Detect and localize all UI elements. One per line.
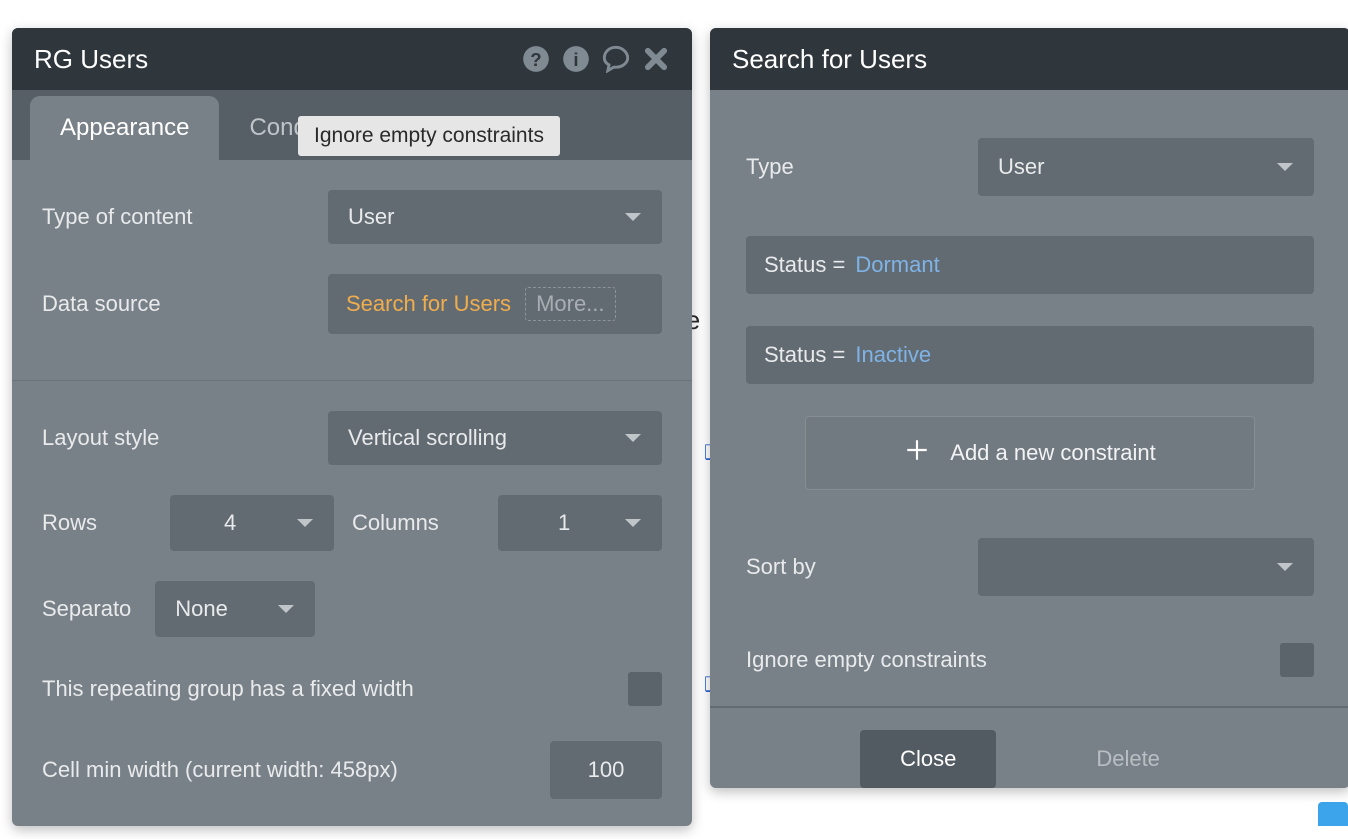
header-icons-group: ? i [522,45,670,73]
search-type-value: User [998,154,1044,180]
sort-by-label: Sort by [746,554,816,580]
appearance-section-1: Type of content User Data source Search … [12,160,692,374]
rg-users-panel: RG Users ? i Appearance Conditional Tran… [12,28,692,826]
search-for-users-panel: Search for Users Type User Status = Dorm… [710,28,1348,788]
chevron-down-icon [1276,554,1294,580]
data-source-label: Data source [42,291,161,317]
data-source-more[interactable]: More... [525,287,615,321]
type-of-content-value: User [348,204,394,230]
chevron-down-icon [296,510,314,536]
type-of-content-select[interactable]: User [328,190,662,244]
info-icon[interactable]: i [562,45,590,73]
columns-select[interactable]: 1 [498,495,662,551]
constraint-field: Status = [764,342,845,368]
separator-select[interactable]: None [155,581,315,637]
comment-icon[interactable] [602,45,630,73]
columns-value: 1 [558,510,570,536]
chevron-down-icon [624,425,642,451]
fixed-width-checkbox[interactable] [628,672,662,706]
data-source-box[interactable]: Search for Users More... [328,274,662,334]
ignore-empty-checkbox[interactable] [1280,643,1314,677]
search-footer: Close Delete [710,706,1348,810]
rows-value: 4 [224,510,236,536]
separator-value: None [175,596,228,622]
constraint-row-1[interactable]: Status = Dormant [746,236,1314,294]
layout-style-label: Layout style [42,425,159,451]
columns-label: Columns [352,510,439,536]
cell-min-width-label: Cell min width (current width: 458px) [42,757,398,783]
plus-icon [904,437,930,469]
search-title: Search for Users [732,44,927,75]
rg-users-header: RG Users ? i [12,28,692,90]
svg-text:?: ? [530,49,541,70]
rows-select[interactable]: 4 [170,495,334,551]
cell-min-width-input[interactable] [550,741,662,799]
delete-button[interactable]: Delete [1056,730,1200,788]
chevron-down-icon [277,596,295,622]
chevron-down-icon [1276,154,1294,180]
layout-style-value: Vertical scrolling [348,425,507,451]
constraint-field: Status = [764,252,845,278]
search-body: Type User Status = Dormant Status = Inac… [710,90,1348,706]
tab-appearance[interactable]: Appearance [30,96,219,160]
help-icon[interactable]: ? [522,45,550,73]
close-button[interactable]: Close [860,730,996,788]
layout-style-select[interactable]: Vertical scrolling [328,411,662,465]
constraint-value: Dormant [855,252,939,278]
constraint-value: Inactive [855,342,931,368]
fixed-width-label: This repeating group has a fixed width [42,676,414,702]
chevron-down-icon [624,510,642,536]
rg-users-title: RG Users [34,44,148,75]
add-constraint-button[interactable]: Add a new constraint [805,416,1255,490]
rows-label: Rows [42,510,152,536]
add-constraint-label: Add a new constraint [950,440,1155,466]
separator-label: Separato [42,596,131,622]
ignore-empty-label: Ignore empty constraints [746,647,987,673]
sort-by-select[interactable] [978,538,1314,596]
data-source-search-text: Search for Users [346,291,511,317]
tooltip-ignore-empty: Ignore empty constraints [298,116,560,156]
type-of-content-label: Type of content [42,204,192,230]
chevron-down-icon [624,204,642,230]
search-header: Search for Users [710,28,1348,90]
search-type-label: Type [746,154,794,180]
constraint-row-2[interactable]: Status = Inactive [746,326,1314,384]
svg-text:i: i [573,49,578,70]
close-icon[interactable] [642,45,670,73]
appearance-section-2: Layout style Vertical scrolling Rows 4 C… [12,381,692,839]
search-type-select[interactable]: User [978,138,1314,196]
